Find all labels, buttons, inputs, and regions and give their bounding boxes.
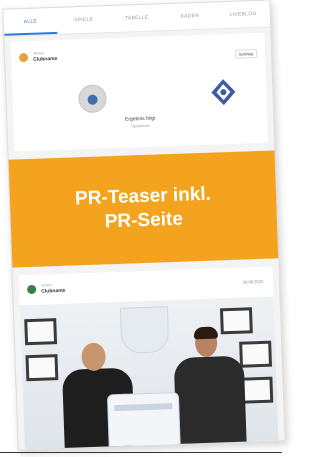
away-team-logo [210,78,237,107]
club-name: Clubname [33,55,58,63]
wall-frame [240,376,274,404]
wall-frame [24,318,58,346]
post-date: 26.06.2023 [242,278,264,285]
news-photo[interactable] [19,296,279,451]
tab-games[interactable]: SPIELE [57,6,111,34]
tab-bar: ALLE SPIELE TABELLE KADER LIVEBLOG [3,0,271,37]
news-card[interactable]: Verein Clubname 26.06.2023 [18,266,279,451]
phone-screen: ALLE SPIELE TABELLE KADER LIVEBLOG Verei… [2,0,286,451]
tab-table[interactable]: TABELLE [110,4,164,32]
home-team-logo [78,84,108,114]
club-name: Clubname [41,287,66,295]
jersey [106,391,181,451]
banner-line-2: PR-Seite [104,208,184,233]
club-avatar [27,284,37,294]
match-card-header: Verein Clubname [18,50,58,63]
club-label: Verein [40,282,53,288]
tab-squad[interactable]: KADER [163,2,217,30]
tab-liveblog[interactable]: LIVEBLOG [216,0,270,28]
baseline-rule [0,452,282,453]
news-card-header: Verein Clubname [27,282,66,295]
pr-teaser-banner[interactable]: PR-Teaser inkl. PR-Seite [6,150,281,268]
matchday-badge: Spieltag [234,48,258,59]
wall-frame [239,340,273,368]
club-avatar [18,52,29,62]
club-label: Verein [32,50,45,56]
person-right [173,326,247,450]
wall-frame [25,354,59,382]
match-card[interactable]: Verein Clubname Spieltag Ergebnis folgt … [10,32,269,152]
tab-all[interactable]: ALLE [3,7,58,36]
